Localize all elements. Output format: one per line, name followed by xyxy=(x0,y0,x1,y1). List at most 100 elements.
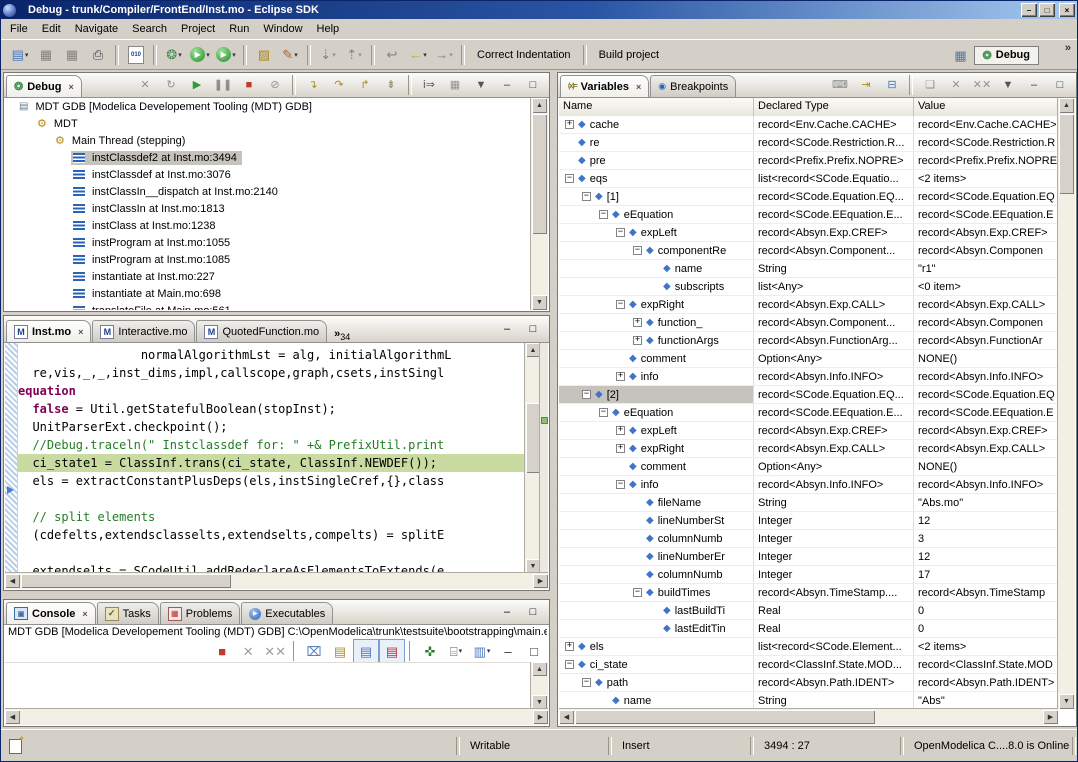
debug-configuration-010-button[interactable]: 010 xyxy=(123,43,149,67)
expand-icon[interactable]: + xyxy=(565,642,574,651)
variable-row[interactable]: ◆lineNumberStInteger12 xyxy=(559,512,1058,530)
external-tools-button[interactable]: ▶▾ xyxy=(213,43,239,67)
debug-perspective-button[interactable]: ❂ Debug xyxy=(974,46,1039,65)
tab-variables[interactable]: (x)=Variables× xyxy=(560,75,649,97)
minimize-button[interactable]: – xyxy=(495,639,521,663)
maximize-window-button[interactable]: □ xyxy=(1039,3,1055,17)
stack-frame-row[interactable]: instClassIn at Inst.mo:1813 xyxy=(5,200,531,217)
code-line[interactable]: re,vis,_,_,inst_dims,impl,callscope,grap… xyxy=(18,364,524,382)
variable-row[interactable]: ◆commentOption<Any>NONE() xyxy=(559,350,1058,368)
tab-quotedfunction-mo[interactable]: MQuotedFunction.mo xyxy=(196,320,327,342)
code-line[interactable]: //Debug.traceln(" Instclassdef for: " +&… xyxy=(18,436,524,454)
clear-console-button[interactable]: ⌧ xyxy=(301,639,327,663)
collapse-icon[interactable]: − xyxy=(633,246,642,255)
minimize-button[interactable]: – xyxy=(494,75,520,95)
variable-row[interactable]: −◆eEquationrecord<SCode.EEquation.E...re… xyxy=(559,206,1058,224)
variables-hscrollbar[interactable]: ◀ ▶ xyxy=(559,708,1058,725)
show-logical-structure-button[interactable]: ⇥ xyxy=(853,75,879,95)
menu-search[interactable]: Search xyxy=(125,21,174,37)
minimize-button[interactable]: – xyxy=(494,602,520,622)
stack-frame-row[interactable]: instProgram at Inst.mo:1055 xyxy=(5,234,531,251)
stack-frame-row[interactable]: instProgram at Inst.mo:1085 xyxy=(5,251,531,268)
menu-window[interactable]: Window xyxy=(256,21,309,37)
close-icon[interactable]: × xyxy=(636,82,641,92)
terminate-button[interactable]: ■ xyxy=(209,639,235,663)
tab-interactive-mo[interactable]: MInteractive.mo xyxy=(92,320,195,342)
editor-body[interactable]: normalAlgorithmLst = alg, initialAlgorit… xyxy=(5,343,524,573)
collapse-icon[interactable]: − xyxy=(616,300,625,309)
expand-icon[interactable]: + xyxy=(633,336,642,345)
console-hscrollbar[interactable]: ◀ ▶ xyxy=(5,708,548,725)
variable-row[interactable]: ◆columnNumbInteger3 xyxy=(559,530,1058,548)
variable-row[interactable]: −◆componentRerecord<Absyn.Component...re… xyxy=(559,242,1058,260)
open-console-button[interactable]: ▥▾ xyxy=(469,639,495,663)
editor-hscrollbar[interactable]: ◀ ▶ xyxy=(5,572,548,589)
code-line[interactable]: (cdefelts,extendsclasselts,extendselts,c… xyxy=(18,526,524,544)
collapse-icon[interactable]: − xyxy=(616,228,625,237)
variable-row[interactable]: ◆commentOption<Any>NONE() xyxy=(559,458,1058,476)
console-vscrollbar[interactable]: ▲ ▼ xyxy=(530,662,548,709)
maximize-button[interactable]: □ xyxy=(520,75,546,95)
drop-to-frame-button[interactable]: ⇟ xyxy=(378,75,404,95)
menu-file[interactable]: File xyxy=(3,21,35,37)
variable-row[interactable]: ◆nameString"r1" xyxy=(559,260,1058,278)
debug-tree-vscrollbar[interactable]: ▲ ▼ xyxy=(530,98,548,310)
collapse-icon[interactable]: − xyxy=(582,192,591,201)
menu-help[interactable]: Help xyxy=(310,21,347,37)
open-perspective-button[interactable]: ▦ xyxy=(948,43,974,67)
maximize-button[interactable]: □ xyxy=(521,639,547,663)
console-output[interactable] xyxy=(5,662,531,709)
collapse-icon[interactable]: − xyxy=(616,480,625,489)
maximize-button[interactable]: □ xyxy=(520,319,546,339)
fast-view-icon[interactable] xyxy=(9,739,22,754)
collapse-all-button[interactable]: ⊟ xyxy=(879,75,905,95)
maximize-button[interactable]: □ xyxy=(1047,75,1073,95)
variable-row[interactable]: −◆buildTimesrecord<Absyn.TimeStamp....re… xyxy=(559,584,1058,602)
variable-row[interactable]: ◆nameString"Abs" xyxy=(559,692,1058,709)
expand-icon[interactable]: + xyxy=(616,444,625,453)
expand-icon[interactable]: + xyxy=(616,372,625,381)
column-header-declared-type[interactable]: Declared Type xyxy=(754,98,914,116)
minimize-button[interactable]: – xyxy=(494,319,520,339)
collapse-icon[interactable]: − xyxy=(599,408,608,417)
stack-frame-row[interactable]: instantiate at Inst.mo:227 xyxy=(5,268,531,285)
print-button[interactable]: ⎙ xyxy=(85,43,111,67)
view-menu-button[interactable]: ▼ xyxy=(468,75,494,95)
menu-navigate[interactable]: Navigate xyxy=(68,21,125,37)
variable-row[interactable]: −◆[2]record<SCode.Equation.EQ...record<S… xyxy=(559,386,1058,404)
run-button[interactable]: ▶▾ xyxy=(187,43,213,67)
stack-frame-row[interactable]: instClassdef at Inst.mo:3076 xyxy=(5,166,531,183)
stack-frame-row[interactable]: instantiate at Main.mo:698 xyxy=(5,285,531,302)
menu-edit[interactable]: Edit xyxy=(35,21,68,37)
step-into-button[interactable]: ↴ xyxy=(300,75,326,95)
collapse-icon[interactable]: − xyxy=(565,660,574,669)
correct-indentation-button[interactable]: Correct Indentation xyxy=(469,47,579,63)
new-wizard-button[interactable]: ▤▾ xyxy=(7,43,33,67)
collapse-icon[interactable]: − xyxy=(633,588,642,597)
menu-project[interactable]: Project xyxy=(174,21,222,37)
maximize-button[interactable]: □ xyxy=(520,602,546,622)
close-window-button[interactable]: × xyxy=(1059,3,1075,17)
resume-button[interactable]: ▶ xyxy=(184,75,210,95)
variable-row[interactable]: −◆inforecord<Absyn.Info.INFO>record<Absy… xyxy=(559,476,1058,494)
show-type-names-button[interactable]: ⌨ xyxy=(827,75,853,95)
stack-frame-row[interactable]: instClassdef2 at Inst.mo:3494 xyxy=(5,149,531,166)
variable-row[interactable]: ◆lineNumberErInteger12 xyxy=(559,548,1058,566)
variable-row[interactable]: ◆rerecord<SCode.Restriction.R...record<S… xyxy=(559,134,1058,152)
minimize-window-button[interactable]: – xyxy=(1021,3,1037,17)
code-line[interactable]: normalAlgorithmLst = alg, initialAlgorit… xyxy=(18,346,524,364)
collapse-icon[interactable]: − xyxy=(599,210,608,219)
expand-icon[interactable]: + xyxy=(633,318,642,327)
variable-row[interactable]: ◆lastEditTinReal0 xyxy=(559,620,1058,638)
show-stderr-button[interactable]: ▤ xyxy=(379,639,405,663)
tab-problems[interactable]: ▦Problems xyxy=(160,602,240,624)
variable-row[interactable]: +◆expRightrecord<Absyn.Exp.CALL>record<A… xyxy=(559,440,1058,458)
debug-tree-row[interactable]: ⚙MDT xyxy=(5,115,531,132)
code-area[interactable]: normalAlgorithmLst = alg, initialAlgorit… xyxy=(18,346,524,573)
variables-vscrollbar[interactable]: ▲ ▼ xyxy=(1057,98,1075,709)
variable-row[interactable]: ◆columnNumbInteger17 xyxy=(559,566,1058,584)
variable-row[interactable]: ◆fileNameString"Abs.mo" xyxy=(559,494,1058,512)
variable-row[interactable]: +◆expLeftrecord<Absyn.Exp.CREF>record<Ab… xyxy=(559,422,1058,440)
column-header-name[interactable]: Name xyxy=(559,98,754,116)
current-debug-line[interactable]: ci_state1 = ClassInf.trans(ci_state, Cla… xyxy=(18,454,524,472)
